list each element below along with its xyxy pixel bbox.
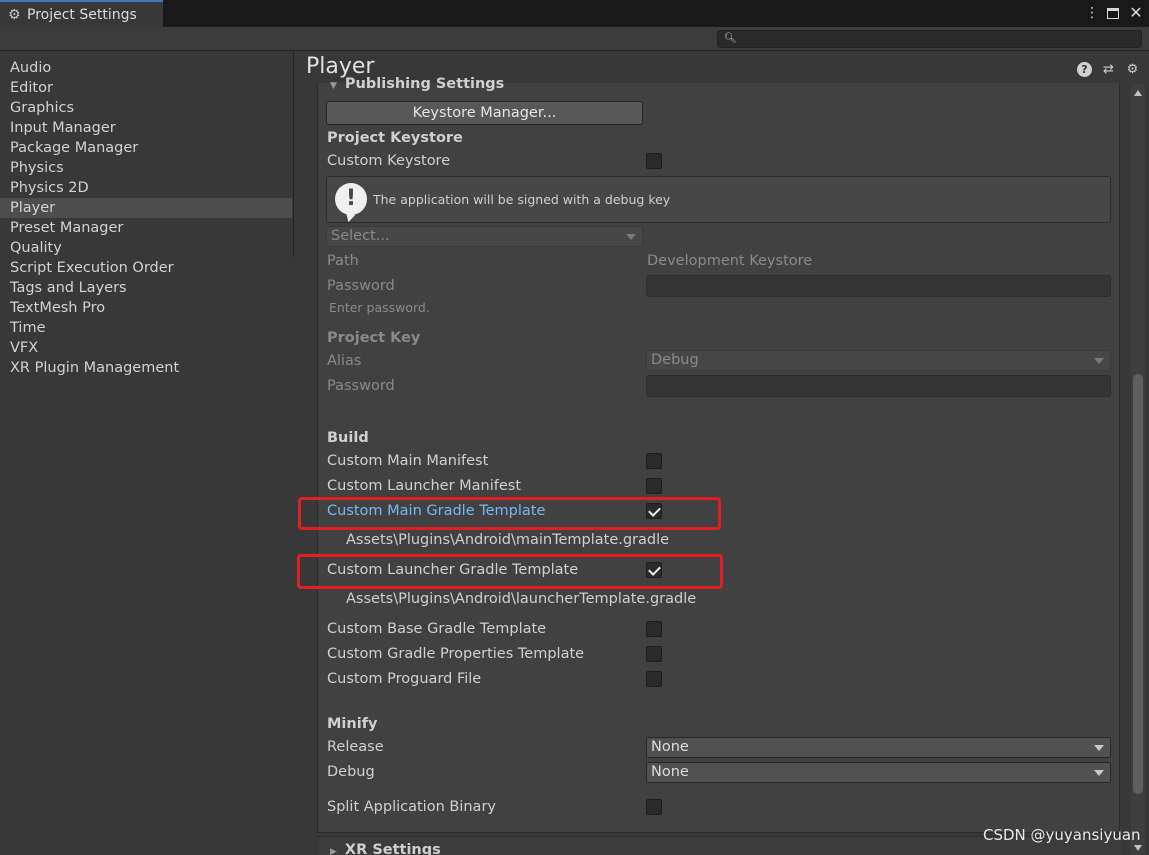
help-message: The application will be signed with a de…: [373, 192, 671, 207]
launcher-gradle-path: Assets\Plugins\Android\launcherTemplate.…: [346, 591, 697, 607]
path-value: Development Keystore: [647, 253, 813, 269]
help-icon[interactable]: ?: [1077, 62, 1092, 77]
project-settings-tab[interactable]: ⚙ Project Settings: [0, 0, 163, 27]
keystore-password-label: Password: [327, 278, 395, 294]
sidebar-item-input-manager[interactable]: Input Manager: [0, 118, 292, 138]
minify-debug-label: Debug: [327, 764, 375, 780]
key-password-label: Password: [327, 378, 395, 394]
sidebar-item-player[interactable]: Player: [0, 198, 292, 218]
publishing-settings-title: Publishing Settings: [344, 76, 505, 92]
preset-icon[interactable]: ⇄: [1101, 62, 1116, 77]
close-icon[interactable]: ✕: [1129, 4, 1143, 22]
custom-launcher-manifest-checkbox[interactable]: [646, 478, 662, 494]
custom-keystore-label: Custom Keystore: [327, 153, 451, 169]
gear-icon: ⚙: [8, 6, 21, 23]
custom-keystore-checkbox[interactable]: [646, 153, 662, 169]
custom-base-gradle-label: Custom Base Gradle Template: [327, 621, 547, 637]
sidebar-item-quality[interactable]: Quality: [0, 238, 292, 258]
custom-proguard-label: Custom Proguard File: [327, 671, 482, 687]
tab-title: Project Settings: [27, 6, 137, 23]
sidebar-item-graphics[interactable]: Graphics: [0, 98, 292, 118]
project-key-heading: Project Key: [327, 330, 421, 346]
custom-launcher-manifest-label: Custom Launcher Manifest: [327, 478, 522, 494]
sidebar-item-vfx[interactable]: VFX: [0, 338, 292, 358]
keystore-manager-button[interactable]: Keystore Manager...: [326, 101, 643, 125]
settings-sidebar: Audio Editor Graphics Input Manager Pack…: [0, 52, 294, 855]
search-input[interactable]: 🔍︎: [717, 30, 1142, 48]
vertical-scrollbar[interactable]: [1131, 84, 1145, 855]
maximize-icon[interactable]: [1107, 7, 1121, 19]
split-binary-label: Split Application Binary: [327, 799, 496, 815]
custom-base-gradle-checkbox[interactable]: [646, 621, 662, 637]
custom-main-manifest-checkbox[interactable]: [646, 453, 662, 469]
custom-gradle-properties-label: Custom Gradle Properties Template: [327, 646, 585, 662]
sidebar-item-tags-and-layers[interactable]: Tags and Layers: [0, 278, 292, 298]
sidebar-item-physics[interactable]: Physics: [0, 158, 292, 178]
title-bar: ⚙ Project Settings ⋮ ✕: [0, 0, 1149, 27]
minify-release-dropdown[interactable]: None: [646, 737, 1111, 758]
main-gradle-path: Assets\Plugins\Android\mainTemplate.grad…: [346, 532, 670, 548]
foldout-arrow-icon: ▼: [330, 81, 337, 91]
scroll-down-icon[interactable]: [1134, 845, 1142, 851]
path-label: Path: [327, 253, 359, 269]
minify-release-label: Release: [327, 739, 384, 755]
settings-gear-icon[interactable]: ⚙: [1125, 62, 1140, 77]
scrollbar-thumb[interactable]: [1133, 374, 1143, 794]
split-binary-checkbox[interactable]: [646, 799, 662, 815]
alias-label: Alias: [327, 353, 362, 369]
highlight-launcher-gradle: [297, 554, 723, 589]
sidebar-item-time[interactable]: Time: [0, 318, 292, 338]
sidebar-item-physics-2d[interactable]: Physics 2D: [0, 178, 292, 198]
publishing-settings-header[interactable]: ▼ Publishing Settings: [330, 76, 504, 92]
highlight-main-gradle: [298, 497, 721, 530]
custom-proguard-checkbox[interactable]: [646, 671, 662, 687]
keystore-password-field[interactable]: [646, 275, 1111, 297]
sidebar-item-audio[interactable]: Audio: [0, 58, 292, 78]
sidebar-item-textmesh-pro[interactable]: TextMesh Pro: [0, 298, 292, 318]
sidebar-item-preset-manager[interactable]: Preset Manager: [0, 218, 292, 238]
scroll-up-icon[interactable]: [1134, 90, 1142, 96]
key-password-field[interactable]: [646, 375, 1111, 397]
debug-key-help-box: ! The application will be signed with a …: [326, 176, 1111, 223]
sidebar-item-package-manager[interactable]: Package Manager: [0, 138, 292, 158]
sidebar-divider[interactable]: [293, 52, 294, 257]
search-icon: 🔍︎: [724, 33, 737, 44]
keystore-select-dropdown[interactable]: Select...: [326, 226, 643, 247]
sidebar-item-xr-plugin-management[interactable]: XR Plugin Management: [0, 358, 292, 378]
build-heading: Build: [327, 430, 369, 446]
kebab-menu-icon[interactable]: ⋮: [1085, 4, 1099, 22]
alias-dropdown[interactable]: Debug: [646, 350, 1111, 371]
sidebar-item-editor[interactable]: Editor: [0, 78, 292, 98]
warning-icon: !: [335, 183, 367, 215]
password-hint: Enter password.: [329, 300, 430, 315]
custom-main-manifest-label: Custom Main Manifest: [327, 453, 489, 469]
watermark: CSDN @yuyansiyuan: [983, 826, 1141, 844]
xr-settings-title: XR Settings: [344, 842, 441, 855]
project-keystore-heading: Project Keystore: [327, 130, 463, 146]
custom-gradle-properties-checkbox[interactable]: [646, 646, 662, 662]
minify-debug-dropdown[interactable]: None: [646, 762, 1111, 783]
foldout-arrow-icon: ▶: [330, 847, 337, 855]
sidebar-item-script-execution-order[interactable]: Script Execution Order: [0, 258, 292, 278]
minify-heading: Minify: [327, 716, 378, 732]
toolbar: 🔍︎: [0, 27, 1149, 51]
